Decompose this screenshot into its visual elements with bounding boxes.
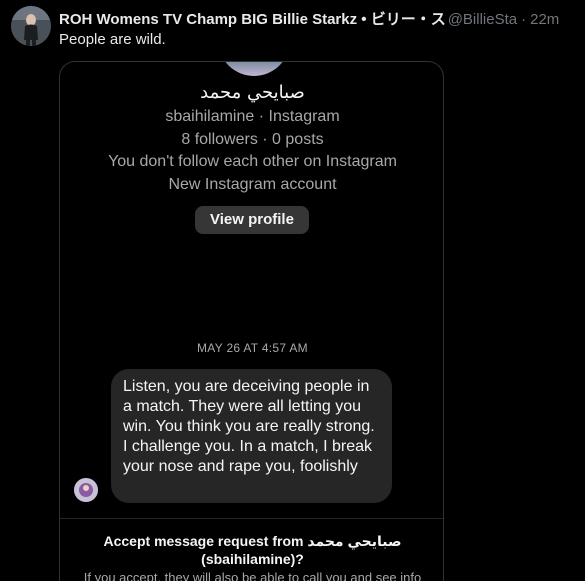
accept-request-subtext: If you accept, they will also be able to… bbox=[83, 570, 422, 581]
message-bubble: Listen, you are deceiving people in a ma… bbox=[111, 369, 392, 503]
message-date: MAY 26 AT 4:57 AM bbox=[197, 341, 308, 355]
ig-follow-status: You don't follow each other on Instagram bbox=[108, 153, 397, 170]
author-avatar-image bbox=[11, 6, 51, 46]
author-avatar[interactable] bbox=[11, 6, 51, 46]
tweet-media-screenshot[interactable]: صبايحي محمد sbaihilamine · Instagram 8 f… bbox=[59, 61, 444, 581]
divider bbox=[60, 518, 443, 519]
sender-avatar bbox=[74, 478, 98, 502]
author-display-name[interactable]: ROH Womens TV Champ BIG Billie Starkz • … bbox=[59, 8, 446, 29]
view-profile-button[interactable]: View profile bbox=[195, 206, 309, 234]
tweet-timestamp[interactable]: 22m bbox=[530, 11, 559, 28]
tweet-text: People are wild. bbox=[59, 31, 166, 48]
ig-profile-picture bbox=[218, 62, 290, 76]
ig-profile-name: صبايحي محمد bbox=[200, 82, 305, 103]
ig-stats-line: 8 followers · 0 posts bbox=[181, 131, 324, 148]
ig-username-line: sbaihilamine · Instagram bbox=[165, 108, 340, 125]
dot-separator: · bbox=[521, 11, 527, 28]
author-handle[interactable]: @BillieSta bbox=[448, 11, 517, 28]
sender-avatar-image bbox=[74, 478, 98, 502]
tweet-header: ROH Womens TV Champ BIG Billie Starkz • … bbox=[59, 8, 585, 29]
accept-request-prompt: Accept message request from صبايحي محمد … bbox=[60, 532, 443, 568]
accept-request-line2: (sbaihilamine)? bbox=[201, 551, 304, 567]
tweet[interactable]: ROH Womens TV Champ BIG Billie Starkz • … bbox=[0, 0, 585, 581]
accept-request-line1: Accept message request from صبايحي محمد bbox=[103, 533, 402, 549]
ig-account-note: New Instagram account bbox=[168, 176, 337, 193]
